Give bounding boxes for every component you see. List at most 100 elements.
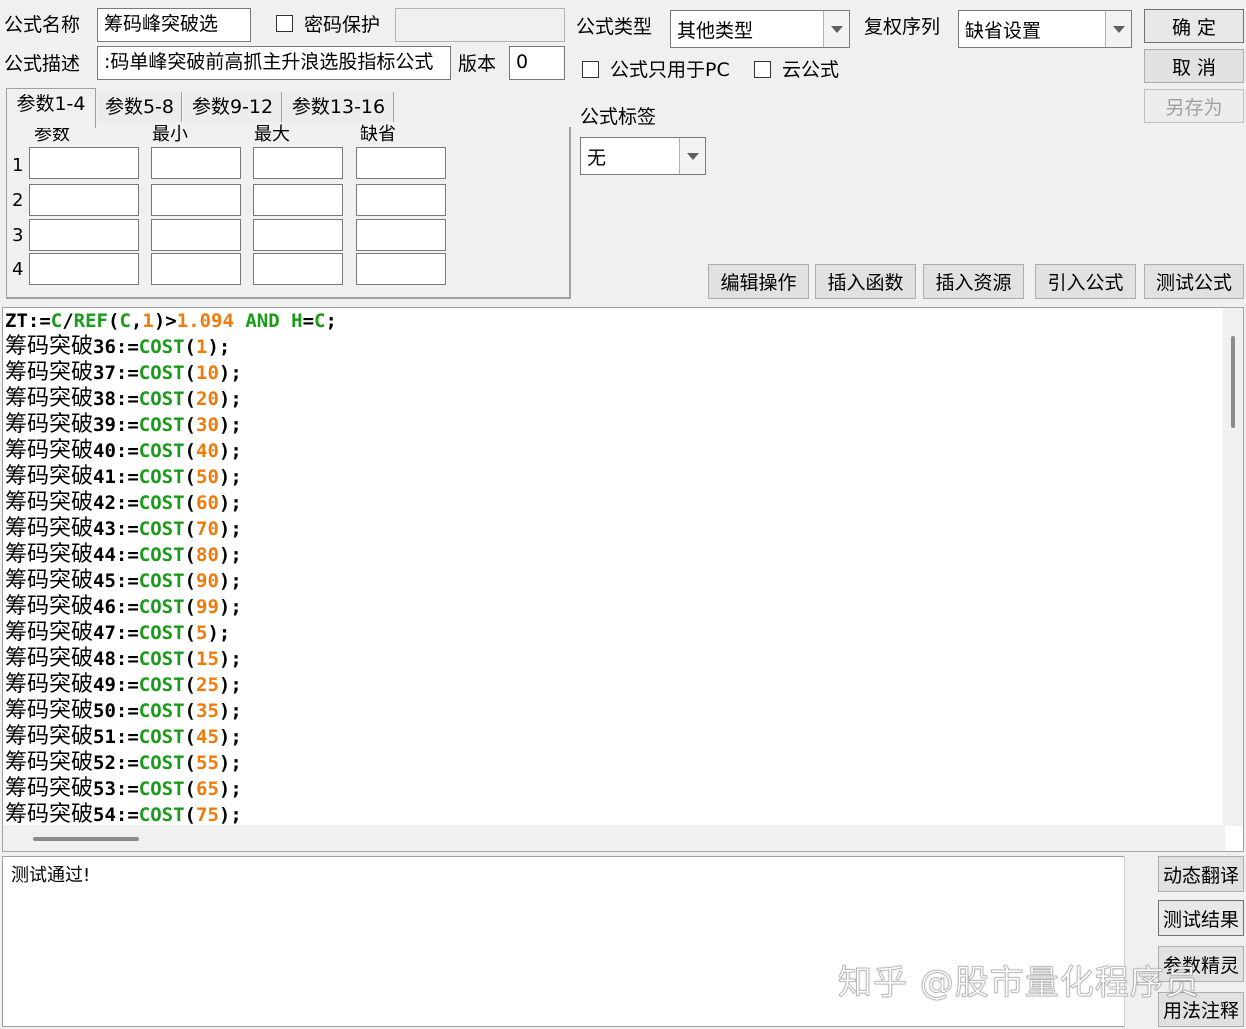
code-number: 35: [196, 700, 219, 722]
code-token: (: [184, 466, 196, 488]
tab-params-1-4[interactable]: 参数1-4: [6, 88, 96, 128]
param-2-name-input[interactable]: [29, 184, 139, 216]
code-token: C: [50, 310, 63, 332]
horizontal-scrollbar[interactable]: [3, 825, 1225, 851]
code-number: 15: [196, 648, 219, 670]
password-input: [395, 8, 565, 42]
code-token: ZT:=: [5, 310, 51, 332]
code-token: 44:=: [93, 544, 139, 566]
code-line: 筹码突破39:=COST(30);: [5, 412, 337, 438]
tab-params-13-16[interactable]: 参数13-16: [284, 92, 394, 122]
param-1-default-input[interactable]: [356, 147, 446, 179]
code-editor[interactable]: ZT:=C/REF(C,1)>1.094 AND H=C; 筹码突破36:=COS…: [2, 307, 1244, 852]
code-line: ZT:=C/REF(C,1)>1.094 AND H=C;: [5, 308, 337, 334]
code-line: 筹码突破52:=COST(55);: [5, 750, 337, 776]
code-token: 54:=: [93, 804, 139, 826]
insert-function-button[interactable]: 插入函数: [815, 264, 916, 299]
dynamic-translate-button[interactable]: 动态翻译: [1158, 856, 1244, 892]
version-input[interactable]: 0: [509, 46, 565, 80]
code-token: 40:=: [93, 440, 139, 462]
chevron-down-icon[interactable]: [1105, 11, 1131, 47]
param-2-max-input[interactable]: [253, 184, 343, 216]
import-formula-button[interactable]: 引入公式: [1035, 264, 1136, 299]
code-token: (: [184, 414, 196, 436]
code-var-prefix: 筹码突破: [5, 412, 94, 437]
param-row-number: 4: [12, 259, 24, 280]
param-col-header-name: 参数: [34, 124, 70, 145]
chevron-down-icon[interactable]: [823, 11, 849, 47]
code-token: );: [218, 440, 242, 462]
code-line: 筹码突破47:=COST(5);: [5, 620, 337, 646]
code-token: );: [218, 700, 242, 722]
edit-ops-button[interactable]: 编辑操作: [708, 264, 809, 299]
code-line: 筹码突破48:=COST(15);: [5, 646, 337, 672]
code-token: 41:=: [93, 466, 139, 488]
formula-name-input[interactable]: 筹码峰突破选: [97, 8, 251, 42]
param-1-max-input[interactable]: [253, 147, 343, 179]
cancel-button[interactable]: 取 消: [1144, 49, 1244, 83]
param-3-default-input[interactable]: [356, 219, 446, 251]
param-4-name-input[interactable]: [29, 253, 139, 285]
code-function: COST: [138, 700, 185, 722]
code-line: 筹码突破46:=COST(99);: [5, 594, 337, 620]
password-protect-label: 密码保护: [304, 14, 381, 36]
chevron-down-icon[interactable]: [679, 138, 705, 174]
scroll-thumb[interactable]: [1231, 336, 1235, 428]
ok-button[interactable]: 确 定: [1144, 9, 1244, 43]
watermark-text: 知乎 @股市量化程序员: [838, 963, 1200, 1004]
pc-only-checkbox[interactable]: [582, 61, 599, 78]
rights-sequence-select[interactable]: 缺省设置: [958, 10, 1132, 48]
code-token: 51:=: [93, 726, 139, 748]
code-token: );: [207, 622, 231, 644]
tab-params-9-12[interactable]: 参数9-12: [184, 92, 282, 122]
code-function: COST: [138, 726, 185, 748]
insert-resource-button[interactable]: 插入资源: [923, 264, 1024, 299]
param-3-min-input[interactable]: [151, 219, 241, 251]
formula-tag-value: 无: [587, 146, 607, 169]
code-line: 筹码突破51:=COST(45);: [5, 724, 337, 750]
cloud-formula-checkbox[interactable]: [754, 61, 771, 78]
param-3-name-input[interactable]: [29, 219, 139, 251]
test-formula-button[interactable]: 测试公式: [1144, 264, 1244, 299]
formula-tag-select[interactable]: 无: [580, 137, 706, 175]
vertical-scrollbar[interactable]: [1223, 308, 1243, 826]
password-protect-checkbox[interactable]: [276, 15, 293, 32]
code-var-prefix: 筹码突破: [5, 646, 94, 671]
code-token: 46:=: [93, 596, 139, 618]
code-line: 筹码突破40:=COST(40);: [5, 438, 337, 464]
formula-type-select[interactable]: 其他类型: [670, 10, 850, 48]
scroll-thumb[interactable]: [33, 837, 139, 841]
formula-desc-input[interactable]: 码单峰突破前高抓主升浪选股指标公式:: [97, 46, 451, 80]
code-function: COST: [138, 752, 185, 774]
code-function: COST: [138, 518, 185, 540]
code-token: );: [218, 674, 242, 696]
param-2-default-input[interactable]: [356, 184, 446, 216]
test-result-button[interactable]: 测试结果: [1158, 900, 1244, 936]
param-4-min-input[interactable]: [151, 253, 241, 285]
version-label: 版本: [458, 53, 497, 75]
code-number: 90: [196, 570, 219, 592]
param-2-min-input[interactable]: [151, 184, 241, 216]
param-4-max-input[interactable]: [253, 253, 343, 285]
param-1-min-input[interactable]: [151, 147, 241, 179]
code-token: );: [218, 596, 242, 618]
code-function: COST: [138, 622, 185, 644]
code-function: COST: [138, 336, 185, 358]
tab-params-5-8[interactable]: 参数5-8: [98, 92, 182, 122]
code-token: (: [184, 622, 196, 644]
formula-tag-label: 公式标签: [580, 106, 657, 128]
code-token: 50:=: [93, 700, 139, 722]
code-token: (: [184, 752, 196, 774]
code-number: 5: [196, 622, 208, 644]
rights-sequence-value: 缺省设置: [965, 19, 1042, 42]
code-number: 1: [196, 336, 208, 358]
code-token: ,: [130, 310, 143, 332]
param-4-default-input[interactable]: [356, 253, 446, 285]
code-number: 25: [196, 674, 219, 696]
code-token: (: [184, 544, 196, 566]
param-3-max-input[interactable]: [253, 219, 343, 251]
code-token: 48:=: [93, 648, 139, 670]
param-1-name-input[interactable]: [29, 147, 139, 179]
code-token: );: [218, 648, 242, 670]
code-token: ;: [325, 310, 337, 332]
